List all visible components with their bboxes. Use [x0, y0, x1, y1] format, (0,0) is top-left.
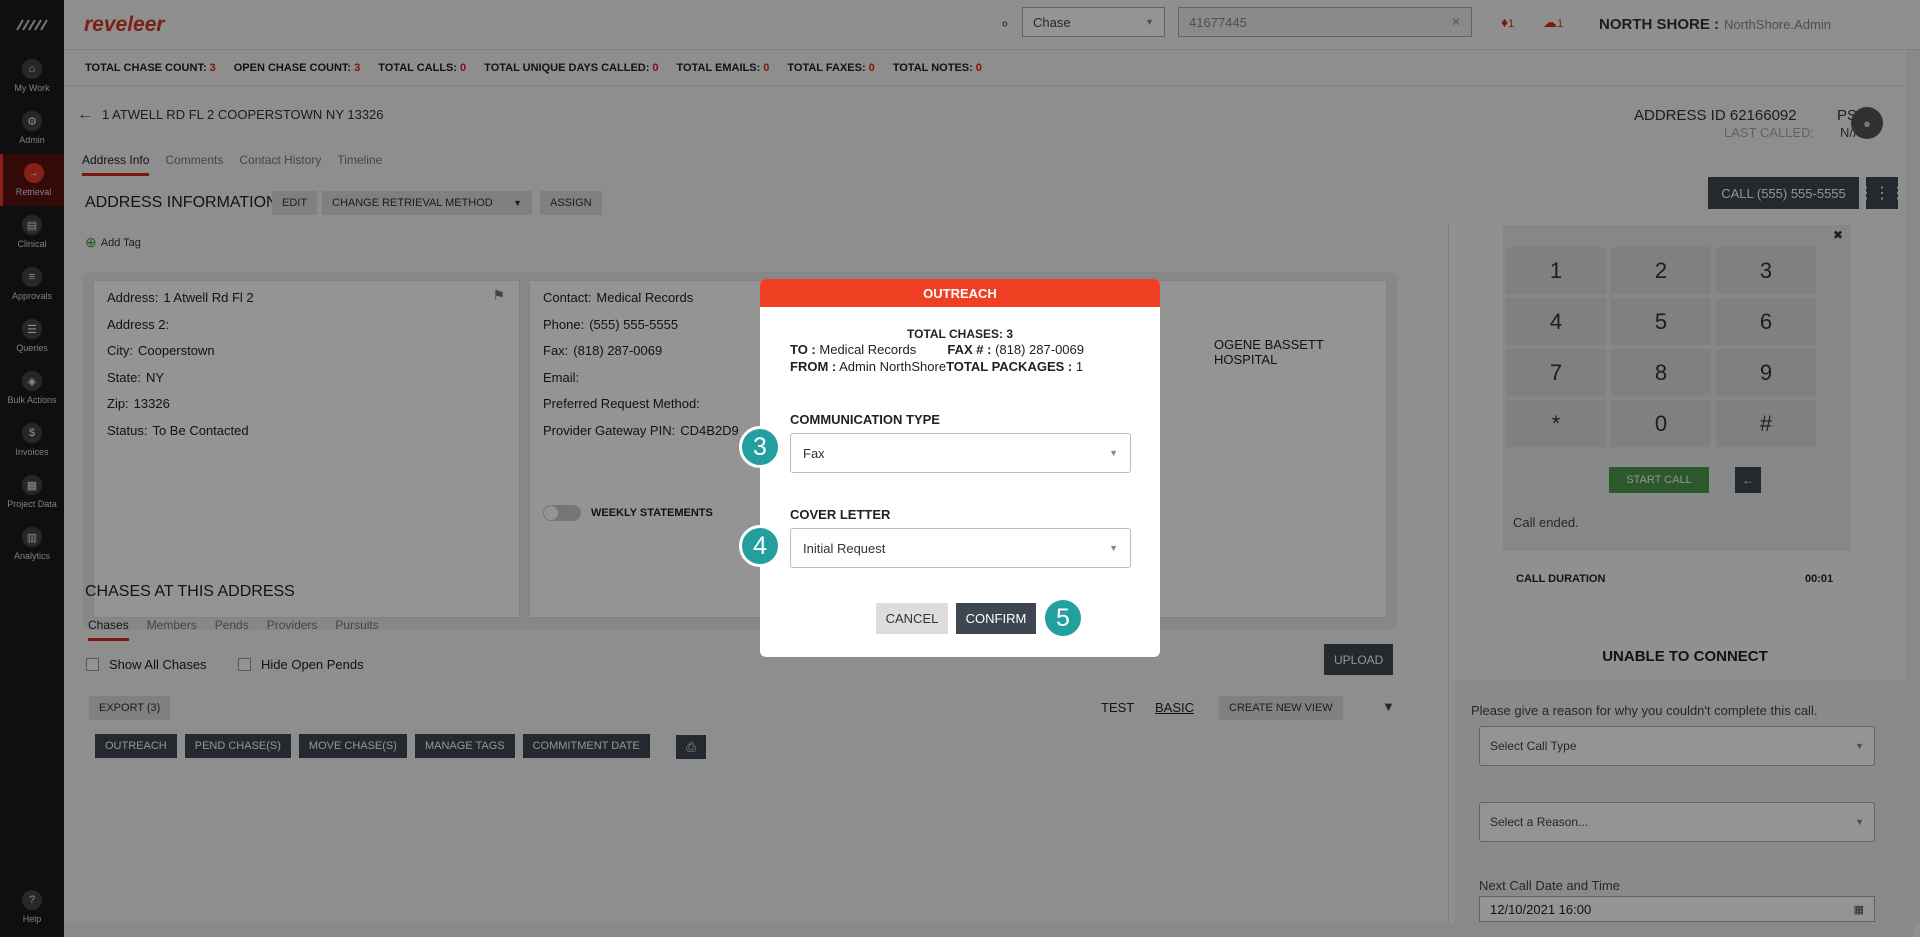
- comm-type-value: Fax: [803, 445, 825, 461]
- fax-label: FAX # :: [947, 342, 992, 357]
- chevron-down-icon: ▼: [1109, 448, 1118, 458]
- step-badge-3: 3: [739, 426, 781, 468]
- step-badge-4: 4: [739, 525, 781, 567]
- packages-value: 1: [1075, 359, 1084, 374]
- from-value: Admin NorthShore: [839, 359, 947, 374]
- confirm-button[interactable]: CONFIRM: [956, 603, 1036, 634]
- cover-letter-value: Initial Request: [803, 540, 886, 556]
- cover-letter-select[interactable]: Initial Request ▼: [790, 528, 1131, 568]
- step-badge-5: 5: [1042, 597, 1084, 639]
- cancel-button[interactable]: CANCEL: [876, 603, 948, 634]
- modal-summary: TO : Medical Records FAX # : (818) 287-00…: [790, 341, 1084, 375]
- from-label: FROM :: [790, 359, 837, 374]
- comm-type-label: COMMUNICATION TYPE: [790, 412, 940, 427]
- chevron-down-icon: ▼: [1109, 543, 1118, 553]
- outreach-modal: OUTREACH TOTAL CHASES: 3 TO : Medical Re…: [760, 279, 1160, 657]
- to-label: TO :: [790, 342, 816, 357]
- modal-title: OUTREACH: [760, 279, 1160, 307]
- packages-label: TOTAL PACKAGES :: [946, 359, 1073, 374]
- total-chases: TOTAL CHASES: 3: [906, 327, 1013, 341]
- communication-type-select[interactable]: Fax ▼: [790, 433, 1131, 473]
- cover-letter-label: COVER LETTER: [790, 507, 891, 522]
- to-value: Medical Records: [819, 342, 917, 357]
- fax-value: (818) 287-0069: [995, 342, 1084, 357]
